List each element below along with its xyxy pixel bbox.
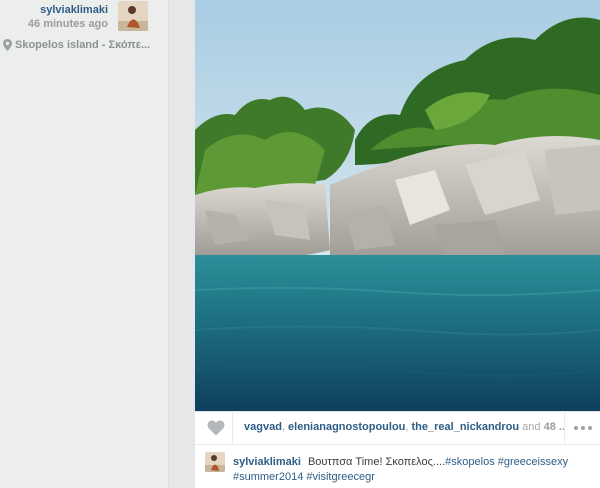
- location-label: Skopelos island - Σκόπε...: [15, 39, 151, 51]
- avatar[interactable]: [118, 1, 148, 31]
- liker-link[interactable]: vagvad: [244, 421, 282, 433]
- post-timestamp[interactable]: 46 minutes ago: [28, 18, 108, 30]
- post-username[interactable]: sylviaklimaki: [40, 4, 108, 16]
- more-likes-link[interactable]: 48 ...: [544, 421, 564, 433]
- hashtag-link[interactable]: #skopelos: [445, 456, 495, 468]
- liked-by-list: vagvad, elenianagnostopoulou, the_real_n…: [244, 421, 564, 433]
- caption-username[interactable]: sylviaklimaki: [233, 456, 301, 468]
- post-photo[interactable]: [195, 0, 600, 411]
- hashtag-link[interactable]: #visitgreecegr: [306, 471, 374, 483]
- map-pin-icon: [3, 39, 12, 51]
- avatar[interactable]: [205, 452, 225, 472]
- like-button[interactable]: [199, 412, 233, 444]
- likes-bar: vagvad, elenianagnostopoulou, the_real_n…: [195, 411, 600, 444]
- ellipsis-icon: [573, 426, 578, 430]
- liker-link[interactable]: elenianagnostopoulou: [288, 421, 405, 433]
- hashtag-link[interactable]: #greeceissexy: [498, 456, 568, 468]
- post-meta-column: sylviaklimaki 46 minutes ago Skopelos is…: [0, 0, 169, 488]
- column-gutter: [169, 0, 195, 488]
- liker-link[interactable]: the_real_nickandrou: [412, 421, 520, 433]
- heart-icon: [207, 420, 224, 436]
- caption-row: sylviaklimaki Βουτπσα Time! Σκοπελος....…: [195, 444, 600, 488]
- caption-body: Βουτπσα Time! Σκοπελος....: [307, 456, 446, 468]
- hashtag-link[interactable]: #summer2014: [233, 471, 303, 483]
- likes-and-text: and: [522, 421, 541, 433]
- more-options-button[interactable]: [564, 412, 600, 444]
- post-location[interactable]: Skopelos island - Σκόπε...: [3, 39, 163, 51]
- caption-text: sylviaklimaki Βουτπσα Time! Σκοπελος....…: [233, 455, 583, 485]
